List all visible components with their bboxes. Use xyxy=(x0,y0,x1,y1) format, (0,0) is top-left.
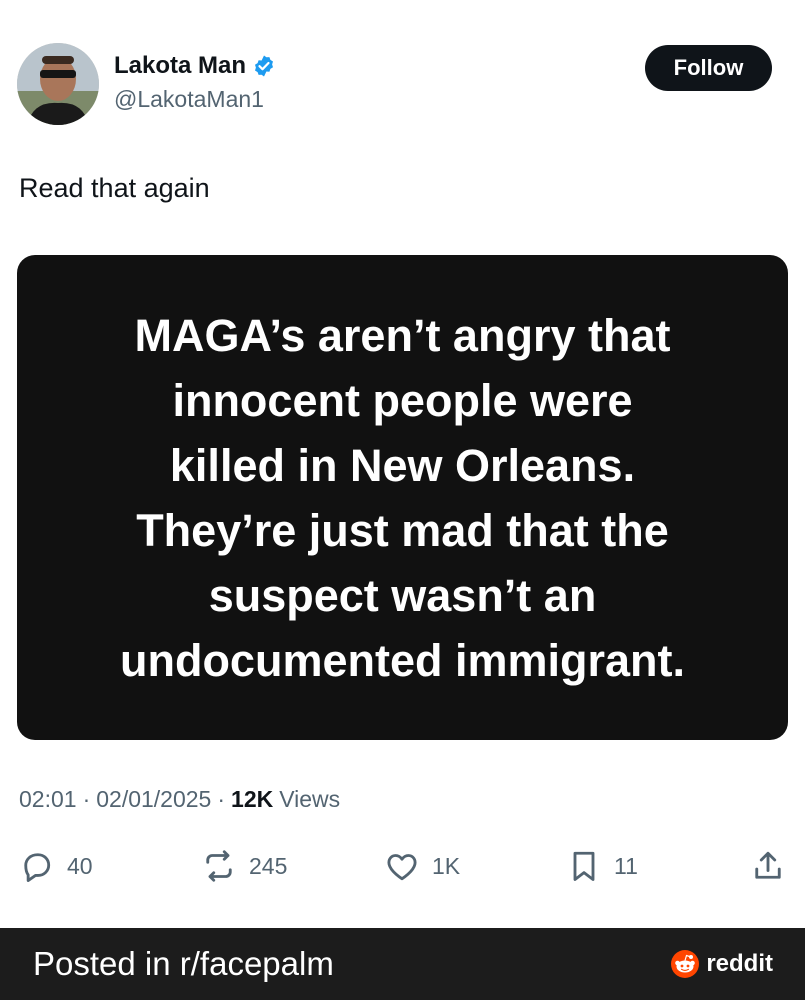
bookmark-button[interactable]: 11 xyxy=(566,838,638,894)
reddit-wordmark: reddit xyxy=(706,950,773,977)
post-time[interactable]: 02:01 xyxy=(19,786,77,813)
tweet-image[interactable]: MAGA’s aren’t angry that innocent people… xyxy=(17,255,788,740)
avatar[interactable] xyxy=(17,43,99,125)
repost-count: 245 xyxy=(249,852,288,879)
reddit-snoo-icon xyxy=(671,950,700,978)
verified-badge-icon xyxy=(252,54,276,78)
post-date[interactable]: 02/01/2025 xyxy=(96,786,211,813)
reddit-logo[interactable]: reddit xyxy=(670,949,773,979)
share-button[interactable] xyxy=(750,838,786,894)
like-count: 1K xyxy=(432,852,461,879)
action-bar: 40 245 1K 11 xyxy=(0,838,805,894)
repost-button[interactable]: 245 xyxy=(201,838,287,894)
reply-button[interactable]: 40 xyxy=(19,838,93,894)
bookmark-icon xyxy=(573,851,595,881)
display-name[interactable]: Lakota Man xyxy=(114,52,246,80)
image-text-line: undocumented immigrant. xyxy=(119,634,686,686)
avatar-photo xyxy=(17,43,99,125)
follow-button[interactable]: Follow xyxy=(645,45,772,91)
repost-icon xyxy=(206,850,232,882)
views-label: Views xyxy=(279,786,341,812)
bookmark-count: 11 xyxy=(614,852,638,879)
tweet-meta: 02:01 · 02/01/2025 · 12K Views xyxy=(19,786,340,813)
image-text-line: MAGA’s aren’t angry that xyxy=(134,309,671,361)
views-count: 12K xyxy=(231,786,274,812)
author-name-row: Lakota Man xyxy=(114,52,276,80)
author-handle[interactable]: @LakotaMan1 xyxy=(114,86,264,113)
like-button[interactable]: 1K xyxy=(384,838,460,894)
heart-icon xyxy=(387,854,417,881)
reply-count: 40 xyxy=(67,852,93,879)
image-text-line: suspect wasn’t an xyxy=(208,569,597,621)
tweet-text: Read that again xyxy=(19,173,210,203)
meta-separator: · xyxy=(82,786,91,812)
image-text-line: killed in New Orleans. xyxy=(169,439,636,491)
reddit-footer: Posted in r/facepalm reddit xyxy=(0,928,805,1000)
reply-icon xyxy=(24,853,51,882)
share-icon xyxy=(755,851,781,879)
posted-in-text[interactable]: Posted in r/facepalm xyxy=(33,945,334,983)
image-text-line: innocent people were xyxy=(172,374,633,426)
image-text-line: They’re just mad that the xyxy=(136,504,669,556)
meta-separator: · xyxy=(217,786,226,812)
image-text: MAGA’s aren’t angry that innocent people… xyxy=(120,303,685,693)
